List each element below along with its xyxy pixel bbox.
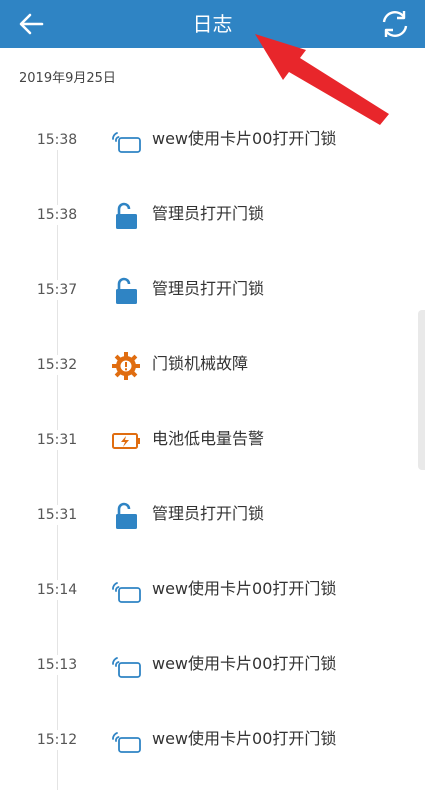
log-entry: 15:38 管理员打开门锁 [0,177,425,252]
log-date: 2019年9月25日 [19,71,116,86]
gear-warning-icon [112,352,140,380]
entry-message: wew使用卡片00打开门锁 [152,729,337,748]
log-entry: 15:13 wew使用卡片00打开门锁 [0,627,425,702]
card-icon [112,657,141,678]
entry-time: 15:14 [30,580,84,600]
unlock-icon [116,502,137,529]
entry-message: 电池低电量告警 [152,429,265,448]
card-icon [112,132,141,153]
page-title: 日志 [192,12,233,36]
log-entry: 15:32 门锁机械故障 [0,327,425,402]
entry-time: 15:31 [30,430,84,450]
entry-time: 15:12 [30,730,84,750]
entry-message: 管理员打开门锁 [152,279,265,298]
refresh-icon [382,11,408,37]
entry-message: 管理员打开门锁 [152,504,265,523]
log-entry: 15:38 wew使用卡片00打开门锁 [0,102,425,177]
entry-message: wew使用卡片00打开门锁 [152,579,337,598]
entry-message: 管理员打开门锁 [152,204,265,223]
log-entry: 15:14 wew使用卡片00打开门锁 [0,552,425,627]
battery-low-icon [112,433,140,449]
app-header: 日志 [0,0,425,48]
entry-time: 15:31 [30,505,84,525]
refresh-button[interactable] [375,6,415,42]
entry-time: 15:38 [30,130,84,150]
card-icon [112,582,141,603]
card-icon [112,732,141,753]
log-entry: 15:31 电池低电量告警 [0,402,425,477]
log-entry: 15:37 管理员打开门锁 [0,252,425,327]
entry-message: 门锁机械故障 [152,354,249,373]
entry-time: 15:38 [30,205,84,225]
log-entry: 15:31 管理员打开门锁 [0,477,425,552]
entry-time: 15:13 [30,655,84,675]
entry-time: 15:37 [30,280,84,300]
entry-time: 15:32 [30,355,84,375]
unlock-icon [116,277,137,304]
log-entry: 15:12 wew使用卡片00打开门锁 [0,702,425,777]
entry-message: wew使用卡片00打开门锁 [152,654,337,673]
entry-message: wew使用卡片00打开门锁 [152,129,337,148]
unlock-icon [116,202,137,229]
scroll-handle[interactable] [418,310,425,470]
